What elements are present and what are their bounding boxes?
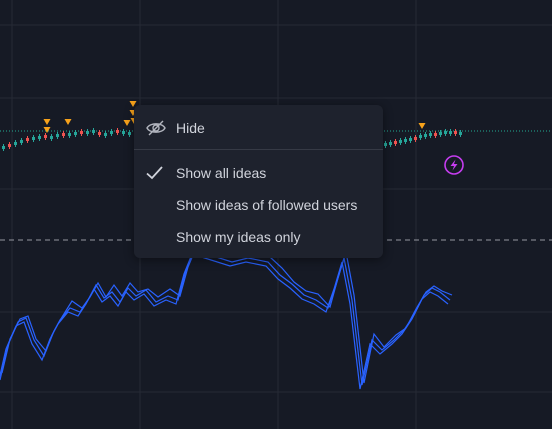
show-followed-users-ideas-label: Show ideas of followed users bbox=[176, 197, 358, 213]
hide-label: Hide bbox=[176, 120, 205, 136]
eye-off-icon bbox=[145, 119, 166, 137]
hide-menu-item[interactable]: Hide bbox=[134, 112, 383, 144]
show-followed-users-ideas-item[interactable]: Show ideas of followed users bbox=[134, 189, 383, 221]
indicator-line bbox=[1, 247, 453, 384]
show-my-ideas-only-label: Show my ideas only bbox=[176, 229, 301, 245]
ideas-context-menu: Hide Show all ideas Show ideas of follow… bbox=[134, 105, 383, 258]
signal-marker bbox=[43, 127, 51, 133]
indicator-line bbox=[0, 253, 449, 390]
show-all-ideas-item[interactable]: Show all ideas bbox=[134, 157, 383, 189]
signal-marker bbox=[123, 120, 131, 126]
lightning-bolt-icon[interactable] bbox=[444, 155, 464, 175]
indicator-lines bbox=[0, 247, 453, 390]
show-my-ideas-only-item[interactable]: Show my ideas only bbox=[134, 221, 383, 253]
signal-marker bbox=[64, 119, 72, 125]
signal-marker bbox=[418, 123, 426, 129]
checkmark-icon bbox=[145, 164, 165, 182]
show-all-ideas-label: Show all ideas bbox=[176, 165, 267, 181]
signal-marker bbox=[43, 119, 51, 125]
indicator-line bbox=[0, 249, 451, 386]
menu-divider bbox=[134, 149, 383, 150]
